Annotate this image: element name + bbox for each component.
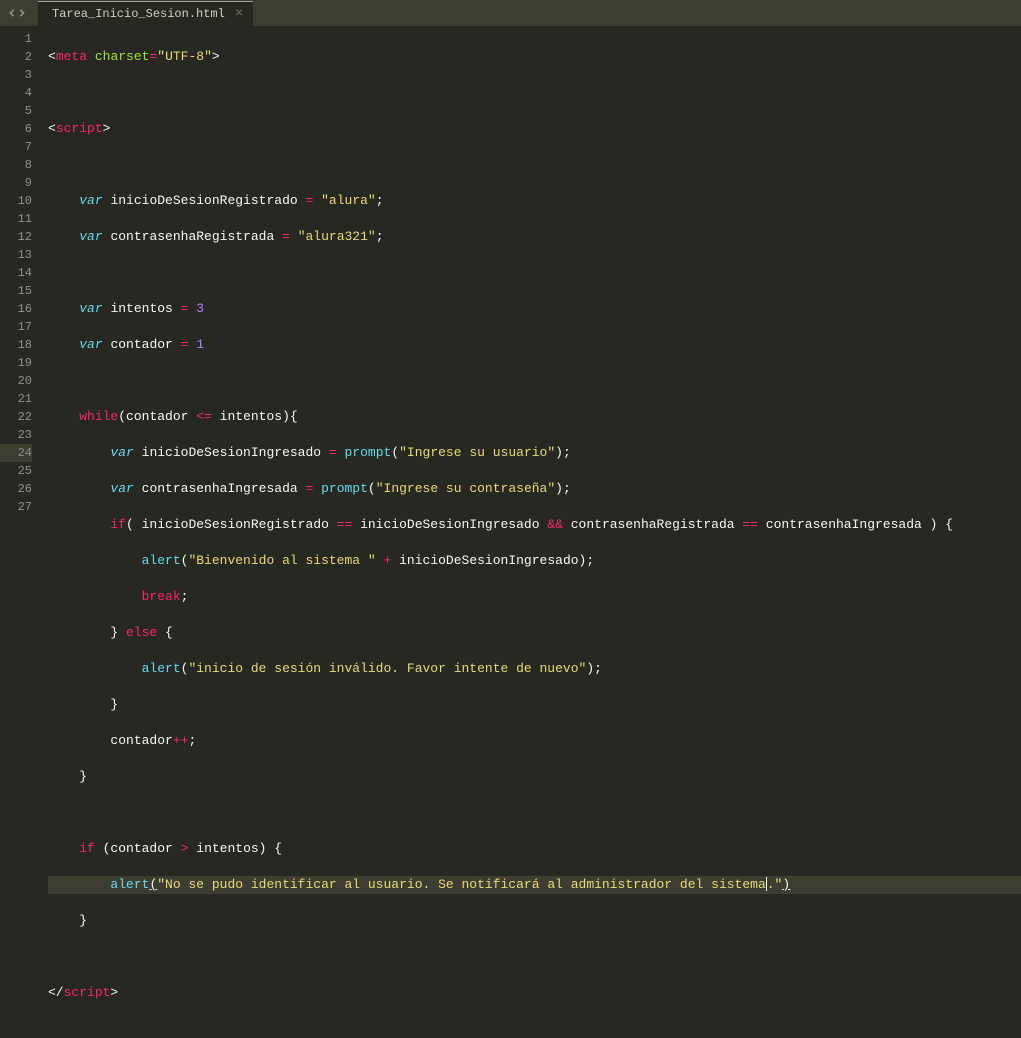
line-number: 3 bbox=[0, 66, 32, 84]
line-number-gutter: 1234567891011121314151617181920212223242… bbox=[0, 26, 42, 521]
line-number: 15 bbox=[0, 282, 32, 300]
line-number: 9 bbox=[0, 174, 32, 192]
line-number: 14 bbox=[0, 264, 32, 282]
line-number: 5 bbox=[0, 102, 32, 120]
nav-back-icon[interactable] bbox=[8, 6, 16, 21]
nav-arrows bbox=[0, 6, 34, 21]
active-line: alert("No se pudo identificar al usuario… bbox=[48, 876, 1021, 894]
editor: 1234567891011121314151617181920212223242… bbox=[0, 26, 1021, 521]
line-number: 1 bbox=[0, 30, 32, 48]
line-number: 25 bbox=[0, 462, 32, 480]
line-number: 22 bbox=[0, 408, 32, 426]
file-tab[interactable]: Tarea_Inicio_Sesion.html × bbox=[38, 1, 253, 26]
line-number: 7 bbox=[0, 138, 32, 156]
line-number: 16 bbox=[0, 300, 32, 318]
line-number: 13 bbox=[0, 246, 32, 264]
line-number: 2 bbox=[0, 48, 32, 66]
line-number: 21 bbox=[0, 390, 32, 408]
close-icon[interactable]: × bbox=[235, 7, 243, 21]
line-number: 18 bbox=[0, 336, 32, 354]
line-number: 27 bbox=[0, 498, 32, 516]
line-number: 24 bbox=[0, 444, 32, 462]
line-number: 17 bbox=[0, 318, 32, 336]
line-number: 10 bbox=[0, 192, 32, 210]
line-number: 19 bbox=[0, 354, 32, 372]
line-number: 20 bbox=[0, 372, 32, 390]
tab-filename: Tarea_Inicio_Sesion.html bbox=[52, 7, 225, 21]
line-number: 23 bbox=[0, 426, 32, 444]
code-area[interactable]: <meta charset="UTF-8"> <script> var inic… bbox=[42, 26, 1021, 521]
line-number: 8 bbox=[0, 156, 32, 174]
line-number: 6 bbox=[0, 120, 32, 138]
line-number: 12 bbox=[0, 228, 32, 246]
nav-forward-icon[interactable] bbox=[18, 6, 26, 21]
title-bar: Tarea_Inicio_Sesion.html × bbox=[0, 0, 1021, 26]
line-number: 4 bbox=[0, 84, 32, 102]
line-number: 11 bbox=[0, 210, 32, 228]
line-number: 26 bbox=[0, 480, 32, 498]
